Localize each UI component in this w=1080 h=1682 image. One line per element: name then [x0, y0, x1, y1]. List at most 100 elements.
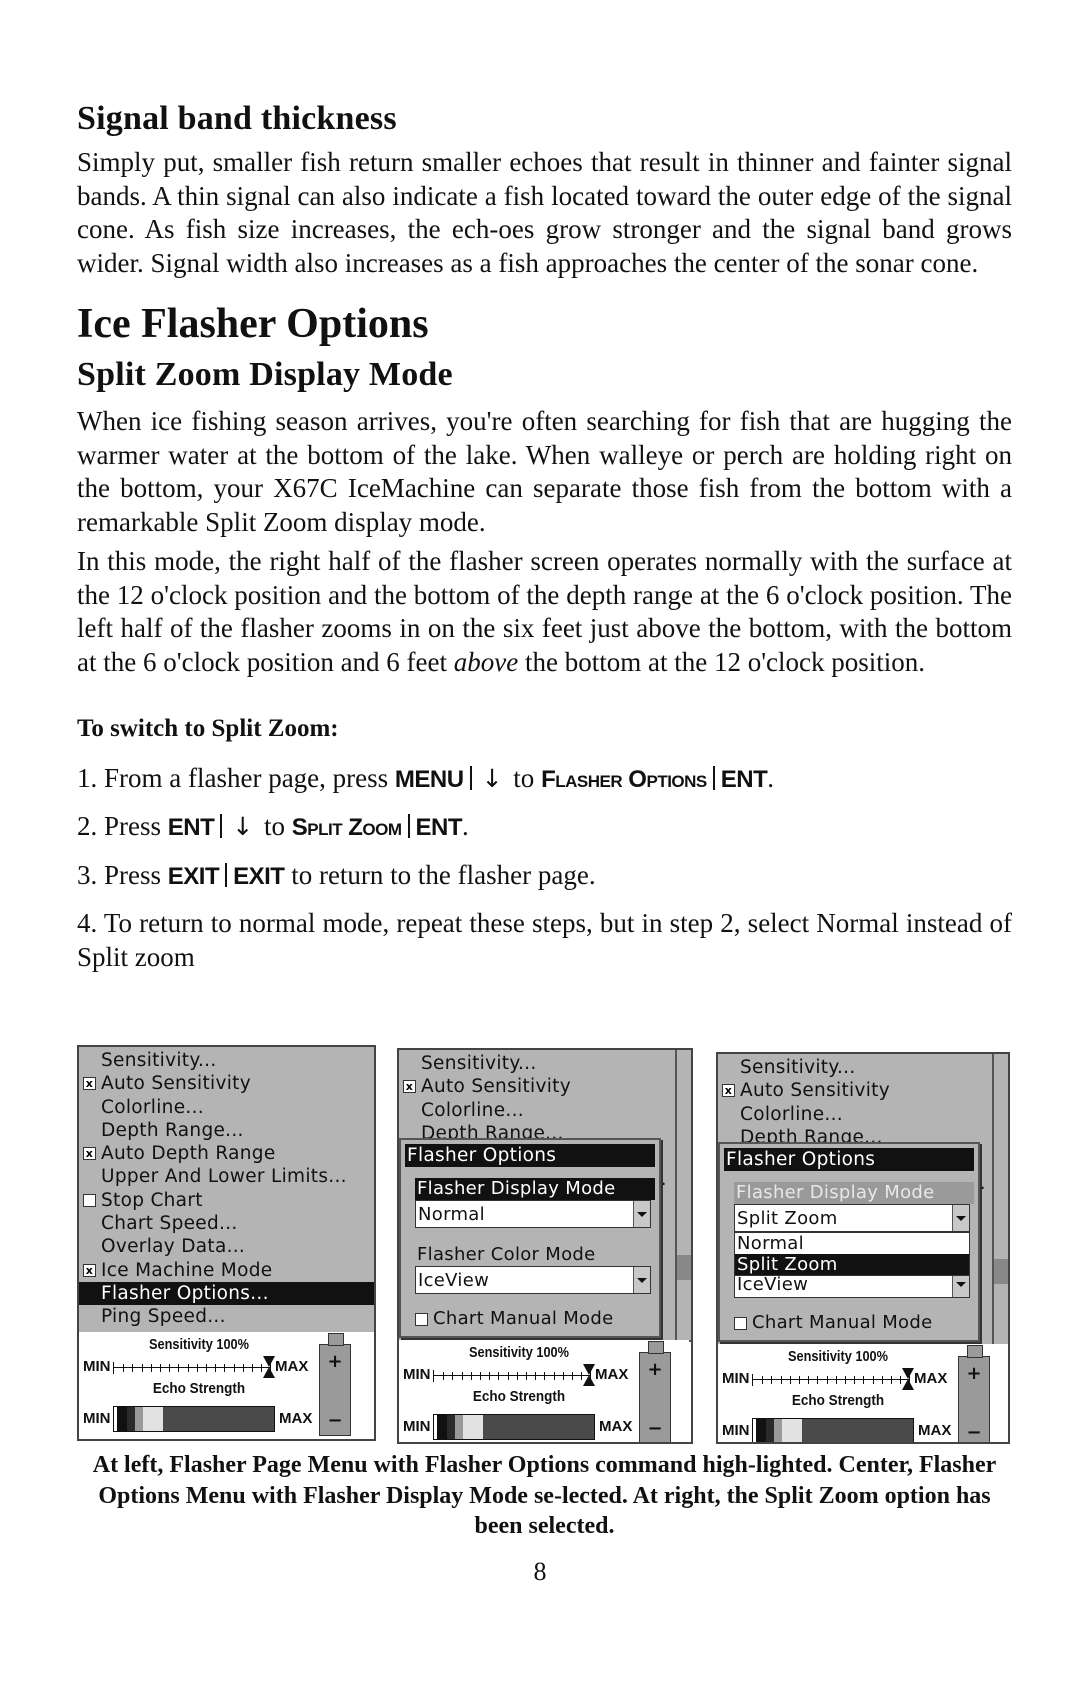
echo-color-segment — [143, 1407, 163, 1431]
slider-tick — [252, 1364, 253, 1372]
menu-item[interactable]: Sensitivity... — [79, 1049, 374, 1072]
slider-tick — [480, 1372, 481, 1380]
echo-strength-label: Echo Strength — [791, 1392, 885, 1409]
screenshot-flasher-options-menu: Sensitivity... x Auto Sensitivity Colorline… — [397, 1048, 693, 1444]
slider-tick — [780, 1376, 782, 1384]
chevron-down-icon[interactable] — [633, 1201, 650, 1227]
para2-emphasis: above — [453, 646, 519, 677]
checkbox-unchecked-icon[interactable] — [415, 1313, 428, 1326]
separator — [712, 766, 715, 790]
echo-color-segment — [135, 1407, 143, 1431]
key-exit: EXIT — [167, 863, 220, 890]
instructions-heading: To switch to Split Zoom: — [77, 715, 339, 742]
separator — [407, 814, 410, 838]
menu-item[interactable]: x Auto Sensitivity — [399, 1075, 691, 1098]
step-3-text: 3. Press — [77, 860, 168, 890]
slider-handle-bottom[interactable] — [583, 1375, 595, 1386]
menu-item-label: Sensitivity... — [421, 1053, 537, 1074]
max-label: MAX — [599, 1418, 633, 1435]
menu-item[interactable]: Stop Chart — [79, 1189, 374, 1212]
menu-item[interactable]: Colorline... — [718, 1103, 1008, 1126]
separator — [220, 814, 223, 838]
menu-item-label: Depth Range... — [101, 1119, 244, 1141]
battery-icon: + − — [958, 1345, 990, 1442]
menu-item[interactable]: x Auto Depth Range — [79, 1142, 374, 1165]
display-mode-options-list[interactable]: Normal Split Zoom — [734, 1232, 970, 1276]
slider-tick — [160, 1364, 161, 1372]
scrollbar-thumb[interactable] — [994, 1259, 1008, 1284]
scrollbar-thumb[interactable] — [677, 1255, 691, 1280]
sensitivity-label: Sensitivity 100% — [149, 1336, 249, 1353]
menu-scrollbar[interactable] — [992, 1054, 1008, 1344]
list-option[interactable]: Split Zoom — [735, 1254, 969, 1275]
slider-tick — [808, 1376, 810, 1384]
menu-item[interactable]: Colorline... — [79, 1096, 374, 1119]
sc-part: O — [622, 766, 647, 793]
menu-scrollbar[interactable] — [675, 1050, 691, 1340]
menu-item[interactable]: x Ice Machine Mode — [79, 1259, 374, 1282]
slider-handle[interactable] — [902, 1368, 914, 1379]
slider-tick — [891, 1376, 892, 1384]
slider-handle-bottom[interactable] — [263, 1367, 275, 1378]
checkbox-unchecked-icon[interactable] — [734, 1317, 747, 1330]
sensitivity-slider[interactable] — [752, 1374, 910, 1386]
menu-item[interactable]: Upper And Lower Limits... — [79, 1165, 374, 1188]
menu-item[interactable]: Flasher Options... — [79, 1281, 374, 1306]
menu-item-label: Auto Sensitivity — [740, 1080, 890, 1102]
menu-item[interactable]: Ping Speed... — [79, 1305, 374, 1328]
menu-item[interactable]: x Auto Sensitivity — [79, 1072, 374, 1095]
echo-strength-label: Echo Strength — [152, 1380, 246, 1397]
menu-item[interactable]: Colorline... — [399, 1099, 691, 1122]
slider-tick — [507, 1372, 509, 1380]
min-label: MIN — [83, 1358, 111, 1375]
sensitivity-slider[interactable] — [433, 1370, 591, 1382]
menu-item[interactable]: Sensitivity... — [399, 1052, 691, 1075]
battery-plus-icon: + — [327, 1351, 343, 1372]
flasher-display-mode-dropdown[interactable]: Normal — [415, 1200, 651, 1228]
flasher-color-mode-dropdown[interactable]: IceView — [415, 1266, 651, 1294]
separator — [225, 863, 228, 887]
key-ent: ENT — [167, 814, 215, 841]
slider-tick — [498, 1372, 500, 1380]
checkbox-checked-icon[interactable]: x — [83, 1147, 96, 1161]
max-label: MAX — [595, 1366, 629, 1383]
echo-color-segment — [774, 1419, 782, 1442]
checkbox-unchecked-icon[interactable] — [83, 1193, 96, 1207]
checkbox-checked-icon[interactable]: x — [403, 1080, 416, 1094]
slider-handle[interactable] — [263, 1356, 275, 1367]
echo-color-segment — [756, 1419, 766, 1442]
slider-tick — [826, 1376, 828, 1384]
key-ent: ENT — [415, 814, 463, 841]
checkbox-checked-icon[interactable]: x — [83, 1077, 96, 1091]
checkbox-checked-icon[interactable]: x — [83, 1263, 96, 1277]
max-label: MAX — [918, 1422, 952, 1439]
slider-tick — [881, 1376, 883, 1384]
slider-tick — [789, 1376, 791, 1384]
sc-part: PLIT — [307, 820, 343, 839]
slider-tick — [771, 1376, 773, 1384]
slider-tick — [572, 1372, 573, 1380]
sc-part: LASHER — [555, 772, 623, 791]
period: . — [767, 763, 775, 793]
menu-item[interactable]: Depth Range... — [79, 1119, 374, 1142]
chevron-down-icon[interactable] — [952, 1205, 969, 1231]
menu-item[interactable]: Chart Speed... — [79, 1212, 374, 1235]
battery-plus-icon: + — [647, 1359, 663, 1380]
flasher-display-mode-dropdown[interactable]: Split Zoom — [734, 1204, 970, 1232]
menu-item[interactable]: Sensitivity... — [718, 1056, 1008, 1079]
chart-manual-mode-checkbox[interactable]: Chart Manual Mode — [734, 1312, 932, 1334]
menu-item[interactable]: x Auto Sensitivity — [718, 1079, 1008, 1102]
sensitivity-slider[interactable] — [113, 1362, 271, 1374]
list-option[interactable]: Normal — [735, 1233, 969, 1254]
menu-item[interactable]: Overlay Data... — [79, 1235, 374, 1258]
min-label: MIN — [722, 1422, 750, 1439]
slider-handle[interactable] — [583, 1364, 595, 1375]
checkbox-checked-icon[interactable]: x — [722, 1084, 735, 1098]
chart-manual-mode-checkbox[interactable]: Chart Manual Mode — [415, 1308, 613, 1330]
sc-part: OOM — [362, 820, 402, 839]
echo-color-segment — [463, 1415, 483, 1439]
slider-handle-bottom[interactable] — [902, 1379, 914, 1390]
command-split-zoom: SPLIT ZOOM — [292, 814, 402, 841]
chevron-down-icon[interactable] — [633, 1267, 650, 1293]
step-3: 3. Press EXIT EXIT to return to the flash… — [77, 859, 1012, 894]
